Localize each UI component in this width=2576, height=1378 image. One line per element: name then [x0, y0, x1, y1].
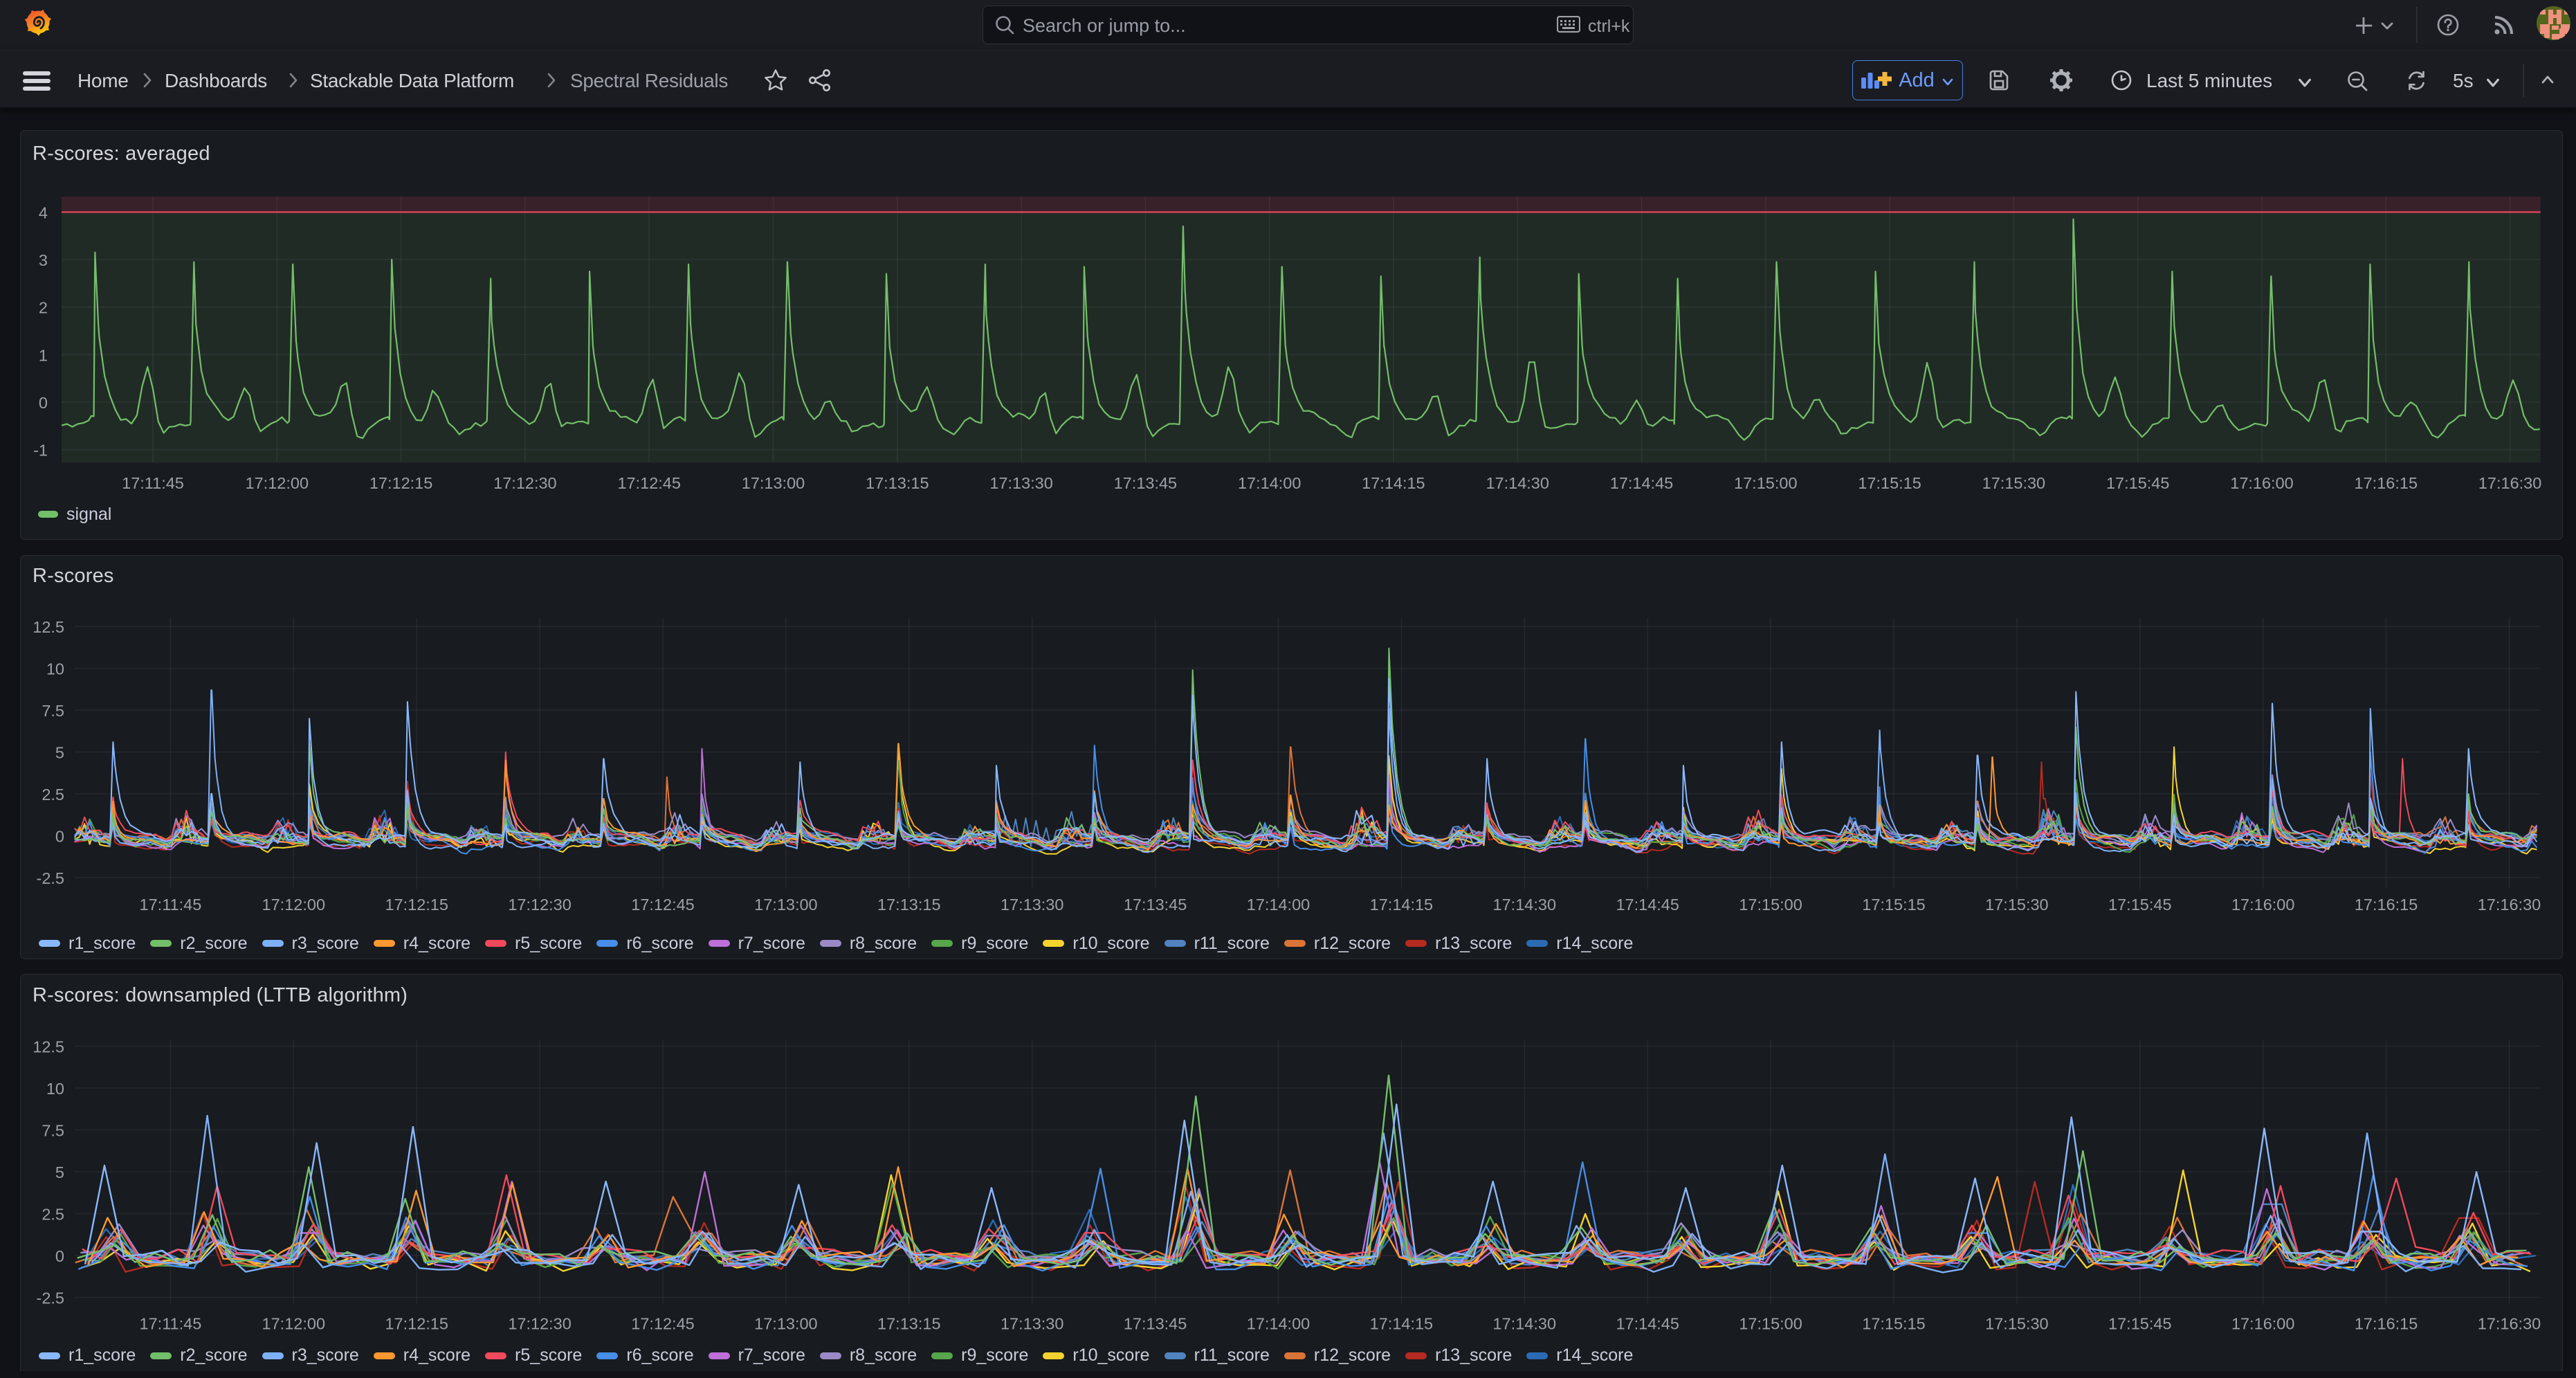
svg-text:5: 5 — [55, 743, 64, 761]
svg-text:17:11:45: 17:11:45 — [122, 474, 184, 492]
svg-text:3: 3 — [39, 251, 48, 269]
svg-text:7.5: 7.5 — [42, 702, 64, 720]
svg-text:17:15:00: 17:15:00 — [1734, 474, 1797, 492]
svg-text:17:13:15: 17:13:15 — [866, 474, 929, 492]
svg-text:17:16:30: 17:16:30 — [2478, 896, 2541, 914]
svg-text:17:15:00: 17:15:00 — [1739, 1315, 1802, 1333]
svg-text:17:13:30: 17:13:30 — [989, 474, 1052, 492]
svg-text:-1: -1 — [33, 442, 48, 460]
svg-text:17:12:45: 17:12:45 — [617, 474, 680, 492]
svg-text:2.5: 2.5 — [42, 1206, 64, 1224]
svg-text:17:15:15: 17:15:15 — [1858, 474, 1921, 492]
svg-text:17:12:15: 17:12:15 — [369, 474, 432, 492]
svg-text:17:12:30: 17:12:30 — [508, 896, 571, 914]
svg-text:17:15:45: 17:15:45 — [2106, 474, 2169, 492]
svg-text:17:12:45: 17:12:45 — [631, 896, 694, 914]
svg-text:17:14:00: 17:14:00 — [1247, 1315, 1310, 1333]
svg-text:17:16:00: 17:16:00 — [2230, 474, 2293, 492]
svg-text:17:13:45: 17:13:45 — [1114, 474, 1177, 492]
svg-text:17:15:45: 17:15:45 — [2108, 896, 2171, 914]
svg-text:17:15:00: 17:15:00 — [1739, 896, 1802, 914]
svg-text:4: 4 — [39, 203, 48, 221]
svg-text:12.5: 12.5 — [33, 618, 64, 636]
svg-text:0: 0 — [39, 394, 48, 412]
svg-text:17:16:30: 17:16:30 — [2478, 474, 2541, 492]
svg-text:17:15:45: 17:15:45 — [2108, 1315, 2171, 1333]
svg-text:17:14:15: 17:14:15 — [1370, 1315, 1433, 1333]
svg-text:17:12:30: 17:12:30 — [493, 474, 556, 492]
svg-text:17:14:45: 17:14:45 — [1616, 1315, 1679, 1333]
svg-text:17:16:30: 17:16:30 — [2478, 1315, 2541, 1333]
svg-text:17:13:30: 17:13:30 — [1001, 1315, 1063, 1333]
svg-text:17:16:00: 17:16:00 — [2231, 896, 2294, 914]
svg-text:17:12:15: 17:12:15 — [385, 1315, 448, 1333]
svg-text:17:14:00: 17:14:00 — [1238, 474, 1301, 492]
svg-text:17:13:00: 17:13:00 — [754, 896, 817, 914]
svg-text:2: 2 — [39, 299, 48, 317]
svg-text:5: 5 — [55, 1163, 64, 1181]
svg-text:17:13:30: 17:13:30 — [1001, 896, 1063, 914]
svg-text:17:12:45: 17:12:45 — [631, 1315, 694, 1333]
svg-text:17:14:45: 17:14:45 — [1616, 896, 1679, 914]
svg-text:0: 0 — [55, 827, 64, 845]
svg-text:17:16:15: 17:16:15 — [2355, 896, 2418, 914]
svg-text:-2.5: -2.5 — [37, 869, 65, 887]
svg-text:17:14:30: 17:14:30 — [1493, 896, 1556, 914]
svg-text:17:11:45: 17:11:45 — [140, 1315, 202, 1333]
svg-text:17:16:00: 17:16:00 — [2231, 1315, 2294, 1333]
svg-text:17:16:15: 17:16:15 — [2355, 474, 2418, 492]
svg-text:17:15:15: 17:15:15 — [1862, 896, 1925, 914]
svg-text:17:12:00: 17:12:00 — [262, 896, 325, 914]
svg-text:12.5: 12.5 — [33, 1038, 64, 1056]
svg-text:17:12:15: 17:12:15 — [385, 896, 448, 914]
svg-text:17:14:15: 17:14:15 — [1362, 474, 1425, 492]
svg-text:17:12:00: 17:12:00 — [262, 1315, 325, 1333]
svg-text:17:15:30: 17:15:30 — [1985, 1315, 2048, 1333]
svg-text:17:13:00: 17:13:00 — [742, 474, 805, 492]
svg-text:1: 1 — [39, 346, 48, 364]
svg-text:2.5: 2.5 — [42, 786, 64, 804]
svg-text:17:14:00: 17:14:00 — [1247, 896, 1310, 914]
svg-text:-2.5: -2.5 — [37, 1289, 65, 1307]
svg-text:17:13:45: 17:13:45 — [1124, 896, 1187, 914]
svg-text:7.5: 7.5 — [42, 1122, 64, 1140]
svg-text:17:14:15: 17:14:15 — [1370, 896, 1433, 914]
svg-text:17:14:30: 17:14:30 — [1493, 1315, 1556, 1333]
svg-text:17:12:30: 17:12:30 — [508, 1315, 571, 1333]
svg-text:17:13:15: 17:13:15 — [877, 1315, 940, 1333]
svg-text:17:14:45: 17:14:45 — [1610, 474, 1673, 492]
svg-text:17:13:00: 17:13:00 — [754, 1315, 817, 1333]
svg-text:17:12:00: 17:12:00 — [246, 474, 309, 492]
svg-text:0: 0 — [55, 1247, 64, 1265]
svg-text:17:15:30: 17:15:30 — [1982, 474, 2045, 492]
svg-text:17:11:45: 17:11:45 — [140, 896, 202, 914]
svg-text:10: 10 — [46, 1080, 64, 1098]
svg-text:10: 10 — [46, 660, 64, 678]
svg-text:17:13:15: 17:13:15 — [877, 896, 940, 914]
svg-text:17:15:30: 17:15:30 — [1985, 896, 2048, 914]
svg-text:17:13:45: 17:13:45 — [1124, 1315, 1187, 1333]
svg-text:17:15:15: 17:15:15 — [1862, 1315, 1925, 1333]
svg-text:17:14:30: 17:14:30 — [1486, 474, 1549, 492]
svg-text:17:16:15: 17:16:15 — [2355, 1315, 2418, 1333]
